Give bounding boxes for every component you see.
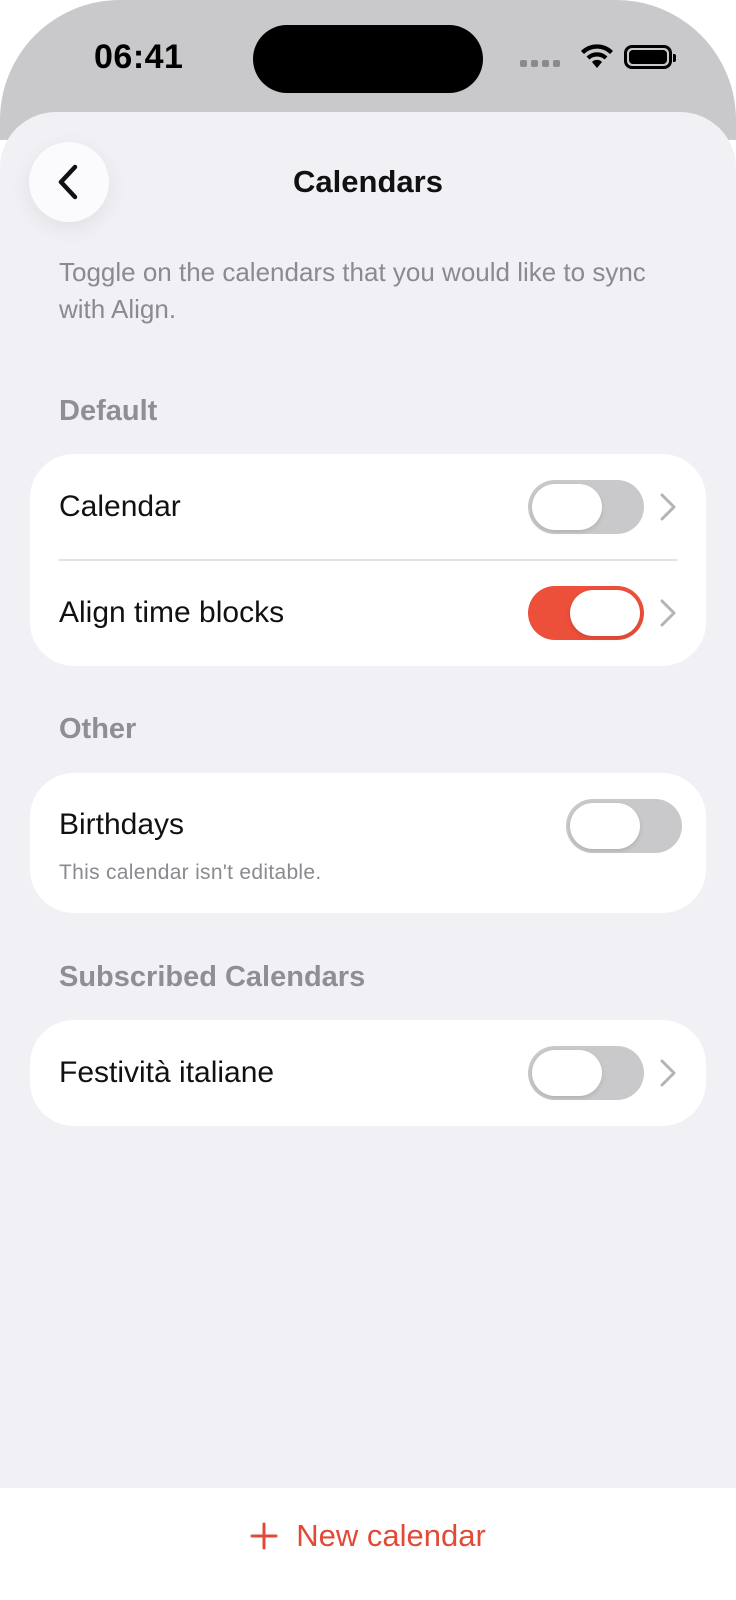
page-title: Calendars bbox=[293, 164, 443, 199]
status-time: 06:41 bbox=[94, 38, 184, 76]
phone-screen: 06:41 Calendars Toggle on the calendars … bbox=[0, 0, 736, 1600]
chevron-right-icon[interactable] bbox=[658, 1057, 678, 1089]
status-indicators bbox=[520, 44, 676, 70]
new-calendar-label: New calendar bbox=[296, 1518, 486, 1553]
calendar-row-label: Festività italiane bbox=[59, 1056, 275, 1089]
calendar-toggle[interactable] bbox=[528, 480, 644, 534]
card-other: Birthdays This calendar isn't editable. bbox=[30, 773, 706, 913]
intro-text: Toggle on the calendars that you would l… bbox=[59, 257, 646, 324]
calendars-sheet: Calendars Toggle on the calendars that y… bbox=[0, 112, 736, 1488]
chevron-right-icon[interactable] bbox=[658, 597, 678, 629]
dynamic-island bbox=[253, 25, 483, 93]
chevron-right-icon[interactable] bbox=[658, 491, 678, 523]
calendar-row-subtitle: This calendar isn't editable. bbox=[59, 861, 322, 884]
festivita-italiane-toggle[interactable] bbox=[528, 1046, 644, 1100]
section-title-subscribed: Subscribed Calendars bbox=[59, 961, 366, 993]
section-title-default: Default bbox=[59, 395, 158, 427]
calendar-row-label: Birthdays bbox=[59, 808, 185, 841]
new-calendar-button[interactable]: New calendar bbox=[0, 1518, 736, 1554]
calendar-row-festivita-italiane[interactable]: Festività italiane bbox=[30, 1020, 706, 1126]
calendar-row-calendar[interactable]: Calendar bbox=[30, 454, 706, 560]
cellular-signal-icon bbox=[520, 59, 560, 67]
plus-icon bbox=[250, 1522, 278, 1550]
card-subscribed: Festività italiane bbox=[30, 1020, 706, 1126]
birthdays-toggle[interactable] bbox=[566, 799, 682, 853]
footer-bar: New calendar bbox=[0, 1488, 736, 1600]
calendar-row-align-time-blocks[interactable]: Align time blocks bbox=[30, 560, 706, 666]
calendar-row-label: Align time blocks bbox=[59, 596, 285, 629]
battery-icon bbox=[624, 45, 676, 69]
section-title-other: Other bbox=[59, 713, 137, 745]
align-time-blocks-toggle[interactable] bbox=[528, 586, 644, 640]
card-default: Calendar Align time blocks bbox=[30, 454, 706, 666]
wifi-icon bbox=[581, 44, 613, 68]
calendar-row-label: Calendar bbox=[59, 490, 181, 523]
calendar-row-birthdays[interactable]: Birthdays This calendar isn't editable. bbox=[30, 773, 706, 913]
